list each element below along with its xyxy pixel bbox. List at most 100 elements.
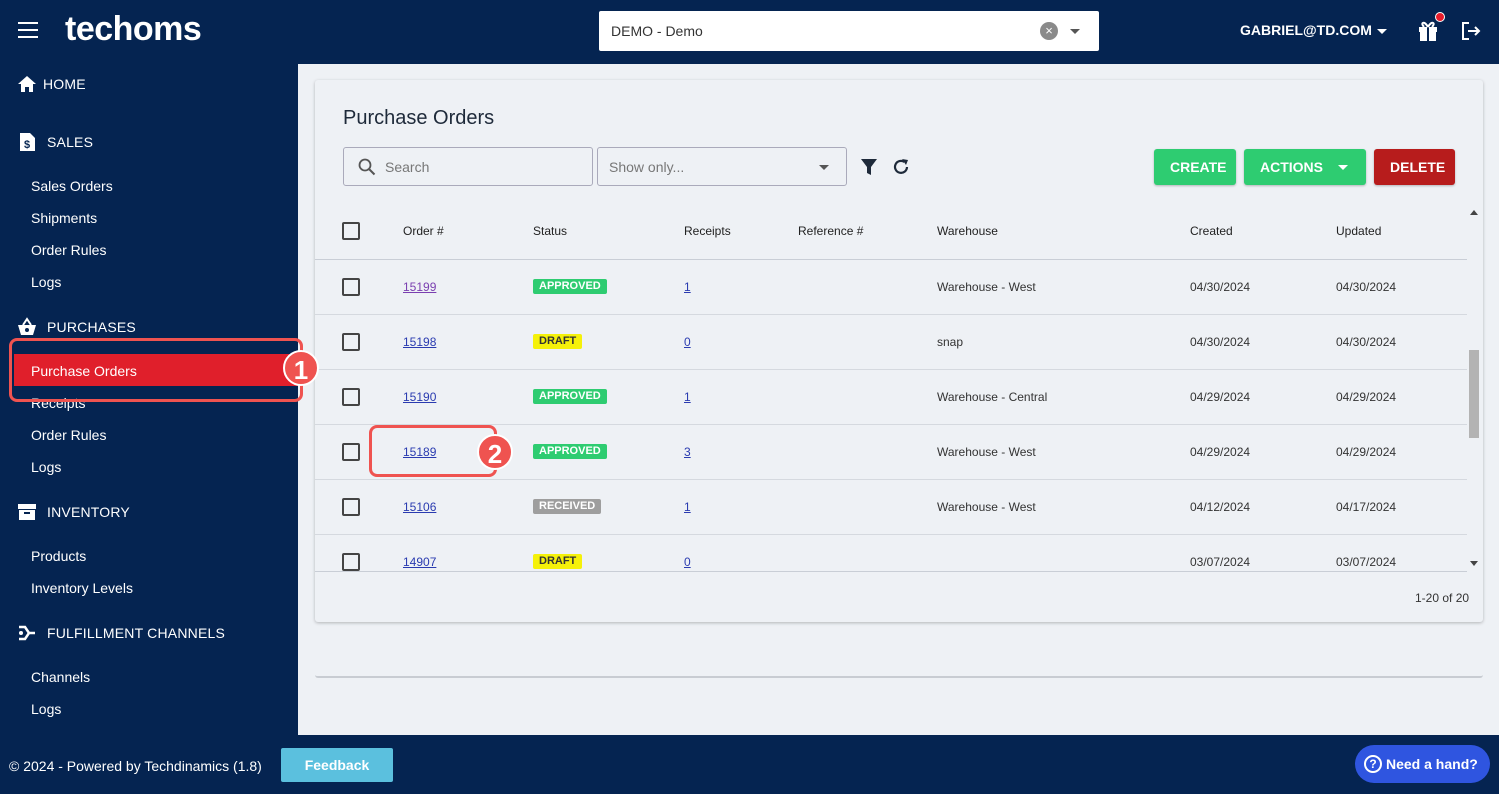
row-checkbox[interactable] [342, 498, 360, 516]
order-number-link[interactable]: 15190 [403, 390, 436, 404]
sidebar-item-channel-logs[interactable]: Logs [14, 692, 298, 724]
logo[interactable]: techoms [65, 10, 202, 49]
table-row[interactable]: 15198 DRAFT 0 snap 04/30/2024 04/30/2024 [315, 315, 1467, 370]
table-row[interactable]: 14907 DRAFT 0 03/07/2024 03/07/2024 [315, 535, 1467, 572]
column-header-warehouse[interactable]: Warehouse [937, 224, 998, 238]
show-only-select[interactable]: Show only... [597, 147, 847, 186]
created-cell: 04/30/2024 [1190, 335, 1251, 349]
search-icon [358, 158, 376, 176]
receipts-link[interactable]: 1 [684, 390, 691, 404]
column-header-order[interactable]: Order # [403, 224, 444, 238]
sidebar-section-label: PURCHASES [47, 319, 136, 335]
sidebar-section-fulfillment-channels[interactable]: FULFILLMENT CHANNELS [0, 619, 298, 649]
sidebar-section-label: INVENTORY [47, 504, 130, 520]
archive-icon [18, 504, 36, 520]
updated-cell: 04/29/2024 [1336, 445, 1397, 459]
column-header-created[interactable]: Created [1190, 224, 1233, 238]
clear-icon[interactable]: × [1040, 22, 1058, 40]
column-header-updated[interactable]: Updated [1336, 224, 1381, 238]
basket-icon [18, 317, 36, 335]
chevron-down-icon[interactable] [1377, 29, 1387, 34]
gift-icon[interactable] [1417, 12, 1445, 42]
feedback-button[interactable]: Feedback [281, 748, 393, 782]
home-icon [18, 76, 36, 92]
search-input[interactable]: Search [343, 147, 593, 186]
refresh-icon[interactable] [891, 157, 911, 177]
sidebar-item-sales-logs[interactable]: Logs [14, 265, 298, 297]
help-label: Need a hand? [1386, 756, 1478, 772]
warehouse-cell: snap [937, 335, 964, 349]
select-all-checkbox[interactable] [342, 222, 360, 240]
chevron-down-icon[interactable] [1070, 29, 1080, 34]
sidebar-item-products[interactable]: Products [14, 539, 298, 571]
receipts-link[interactable]: 1 [684, 500, 691, 514]
sidebar-item-label: Inventory Levels [31, 580, 133, 596]
sidebar-item-channels[interactable]: Channels [14, 660, 298, 692]
receipts-link[interactable]: 0 [684, 335, 691, 349]
secondary-card [315, 600, 1483, 678]
copyright: © 2024 - Powered by Techdinamics (1.8) [9, 758, 262, 774]
order-number-link[interactable]: 14907 [403, 555, 436, 569]
sidebar-section-inventory[interactable]: INVENTORY [0, 498, 298, 528]
sidebar-item-label: Logs [31, 274, 62, 290]
table-scrollbar[interactable] [1467, 210, 1481, 572]
menu-icon[interactable] [18, 22, 38, 38]
svg-text:$: $ [24, 139, 30, 151]
sidebar-section-label: FULFILLMENT CHANNELS [47, 625, 226, 641]
help-button[interactable]: ? Need a hand? [1355, 745, 1490, 783]
receipts-link[interactable]: 3 [684, 445, 691, 459]
receipts-link[interactable]: 1 [684, 280, 691, 294]
scroll-down-arrow[interactable] [1470, 561, 1478, 566]
chevron-down-icon [819, 165, 829, 170]
created-cell: 04/12/2024 [1190, 500, 1251, 514]
notification-dot [1435, 12, 1445, 22]
sidebar-section-sales[interactable]: $ SALES [0, 128, 298, 158]
scroll-up-arrow[interactable] [1470, 210, 1478, 215]
column-header-status[interactable]: Status [533, 224, 567, 238]
sidebar-item-purchase-order-rules[interactable]: Order Rules [14, 418, 298, 450]
top-bar: techoms DEMO - Demo × GABRIEL@TD.COM [0, 0, 1499, 64]
question-icon: ? [1364, 755, 1382, 773]
updated-cell: 03/07/2024 [1336, 555, 1397, 569]
created-cell: 04/30/2024 [1190, 280, 1251, 294]
table-row[interactable]: 15106 RECEIVED 1 Warehouse - West 04/12/2024… [315, 480, 1467, 535]
sidebar-item-label: Sales Orders [31, 178, 113, 194]
status-badge: APPROVED [533, 389, 607, 404]
row-checkbox[interactable] [342, 278, 360, 296]
company-select-value: DEMO - Demo [611, 23, 703, 39]
filter-icon[interactable] [860, 158, 878, 176]
show-only-placeholder: Show only... [609, 159, 685, 175]
create-button[interactable]: CREATE [1154, 149, 1236, 185]
receipts-link[interactable]: 0 [684, 555, 691, 569]
row-checkbox[interactable] [342, 333, 360, 351]
page-title: Purchase Orders [343, 107, 495, 129]
sidebar-item-purchase-logs[interactable]: Logs [14, 450, 298, 482]
company-select[interactable]: DEMO - Demo × [599, 11, 1099, 51]
column-header-reference[interactable]: Reference # [798, 224, 863, 238]
sidebar-item-sales-orders[interactable]: Sales Orders [14, 169, 298, 201]
actions-button[interactable]: ACTIONS [1244, 149, 1366, 185]
updated-cell: 04/30/2024 [1336, 280, 1397, 294]
delete-button[interactable]: DELETE [1374, 149, 1455, 185]
scroll-thumb[interactable] [1469, 350, 1479, 438]
user-menu[interactable]: GABRIEL@TD.COM [1240, 22, 1372, 38]
table-row[interactable]: 15199 APPROVED 1 Warehouse - West 04/30/2024… [315, 260, 1467, 315]
row-checkbox[interactable] [342, 443, 360, 461]
order-number-link[interactable]: 15198 [403, 335, 436, 349]
row-checkbox[interactable] [342, 553, 360, 571]
annotation-box-1 [9, 338, 303, 402]
warehouse-cell: Warehouse - West [937, 445, 1036, 459]
sidebar-section-label: HOME [43, 76, 86, 92]
logout-icon[interactable] [1460, 20, 1482, 42]
warehouse-cell: Warehouse - Central [937, 390, 1048, 404]
order-number-link[interactable]: 15199 [403, 280, 436, 294]
created-cell: 04/29/2024 [1190, 390, 1251, 404]
row-checkbox[interactable] [342, 388, 360, 406]
order-number-link[interactable]: 15106 [403, 500, 436, 514]
column-header-receipts[interactable]: Receipts [684, 224, 731, 238]
sidebar-item-sales-order-rules[interactable]: Order Rules [14, 233, 298, 265]
table-row[interactable]: 15190 APPROVED 1 Warehouse - Central 04/29/2… [315, 370, 1467, 425]
sidebar-item-shipments[interactable]: Shipments [14, 201, 298, 233]
sidebar-section-home[interactable]: HOME [0, 70, 298, 100]
sidebar-item-inventory-levels[interactable]: Inventory Levels [14, 571, 298, 603]
